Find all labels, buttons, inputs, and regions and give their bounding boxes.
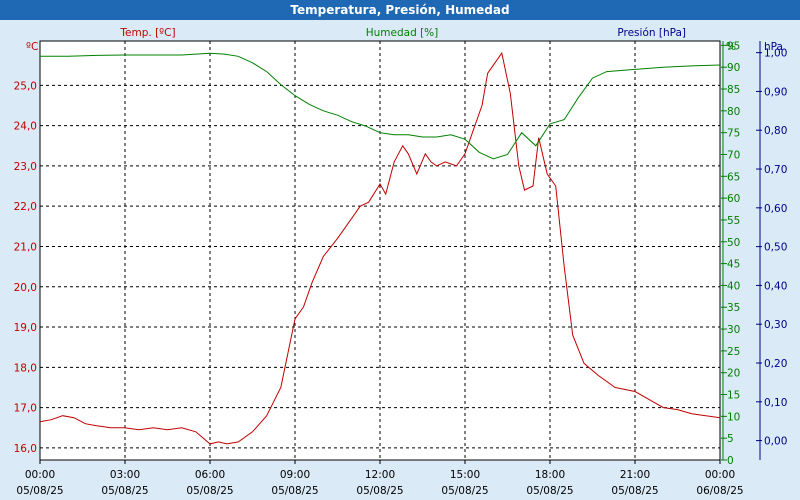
x-tick-date: 05/08/25 — [356, 485, 403, 497]
humidity-tick-label: 20 — [727, 368, 740, 380]
pressure-tick-label: 0,60 — [764, 203, 787, 215]
x-tick-time: 09:00 — [280, 469, 310, 481]
humidity-tick-label: 85 — [727, 84, 740, 96]
humidity-tick-label: 75 — [727, 128, 740, 140]
temp-tick-label: 22,0 — [14, 201, 37, 213]
x-tick-date: 05/08/25 — [526, 485, 573, 497]
x-tick-time: 03:00 — [110, 469, 140, 481]
humidity-tick-label: 40 — [727, 280, 740, 292]
temp-tick-label: 17,0 — [14, 403, 37, 415]
x-tick-time: 21:00 — [620, 469, 650, 481]
temp-tick-label: 25,0 — [14, 80, 37, 92]
temp-tick-label: 19,0 — [14, 322, 37, 334]
pressure-tick-label: 0,30 — [764, 319, 787, 331]
pressure-unit: hPa — [764, 41, 783, 53]
temp-tick-label: 16,0 — [14, 443, 37, 455]
pressure-axis-title: Presión [hPa] — [617, 27, 686, 39]
pressure-tick-label: 0,10 — [764, 397, 787, 409]
humidity-tick-label: 55 — [727, 215, 740, 227]
x-tick-date: 05/08/25 — [441, 485, 488, 497]
x-tick-time: 12:00 — [365, 469, 395, 481]
humidity-tick-label: 35 — [727, 302, 740, 314]
humidity-tick-label: 80 — [727, 106, 740, 118]
pressure-tick-label: 0,40 — [764, 280, 787, 292]
humidity-tick-label: 25 — [727, 346, 740, 358]
temp-tick-label: 23,0 — [14, 161, 37, 173]
temp-axis-title: Temp. [ºC] — [119, 27, 175, 39]
pressure-tick-label: 0,70 — [764, 164, 787, 176]
pressure-tick-label: 0,00 — [764, 436, 787, 448]
humidity-axis-title: Humedad [%] — [366, 27, 439, 39]
x-tick-time: 00:00 — [705, 469, 735, 481]
humidity-tick-label: 70 — [727, 149, 740, 161]
humidity-tick-label: 30 — [727, 324, 740, 336]
x-tick-date: 05/08/25 — [16, 485, 63, 497]
x-tick-time: 00:00 — [25, 469, 55, 481]
x-tick-date: 06/08/25 — [696, 485, 743, 497]
x-tick-date: 05/08/25 — [271, 485, 318, 497]
humidity-tick-label: 50 — [727, 237, 740, 249]
pressure-tick-label: 0,20 — [764, 358, 787, 370]
x-tick-time: 18:00 — [535, 469, 565, 481]
pressure-tick-label: 0,90 — [764, 86, 787, 98]
temp-unit: ºC — [26, 41, 38, 53]
humidity-tick-label: 45 — [727, 259, 740, 271]
temp-tick-label: 18,0 — [14, 362, 37, 374]
humidity-tick-label: 60 — [727, 193, 740, 205]
temp-tick-label: 20,0 — [14, 282, 37, 294]
humidity-unit: % — [726, 41, 736, 53]
humidity-tick-label: 15 — [727, 390, 740, 402]
x-tick-time: 15:00 — [450, 469, 480, 481]
line-chart: 00:00 05/08/25 03:00 05/08/25 06:00 05/08/25 0… — [14, 27, 788, 497]
humidity-tick-label: 0 — [727, 455, 734, 467]
temp-tick-label: 21,0 — [14, 241, 37, 253]
x-tick-date: 05/08/25 — [101, 485, 148, 497]
temp-tick-label: 24,0 — [14, 121, 37, 133]
x-tick-time: 06:00 — [195, 469, 225, 481]
pressure-tick-label: 0,50 — [764, 242, 787, 254]
humidity-tick-label: 90 — [727, 62, 740, 74]
pressure-tick-label: 0,80 — [764, 125, 787, 137]
humidity-tick-label: 65 — [727, 171, 740, 183]
x-tick-date: 05/08/25 — [186, 485, 233, 497]
x-tick-date: 05/08/25 — [611, 485, 658, 497]
humidity-tick-label: 5 — [727, 433, 734, 445]
humidity-tick-label: 10 — [727, 411, 740, 423]
